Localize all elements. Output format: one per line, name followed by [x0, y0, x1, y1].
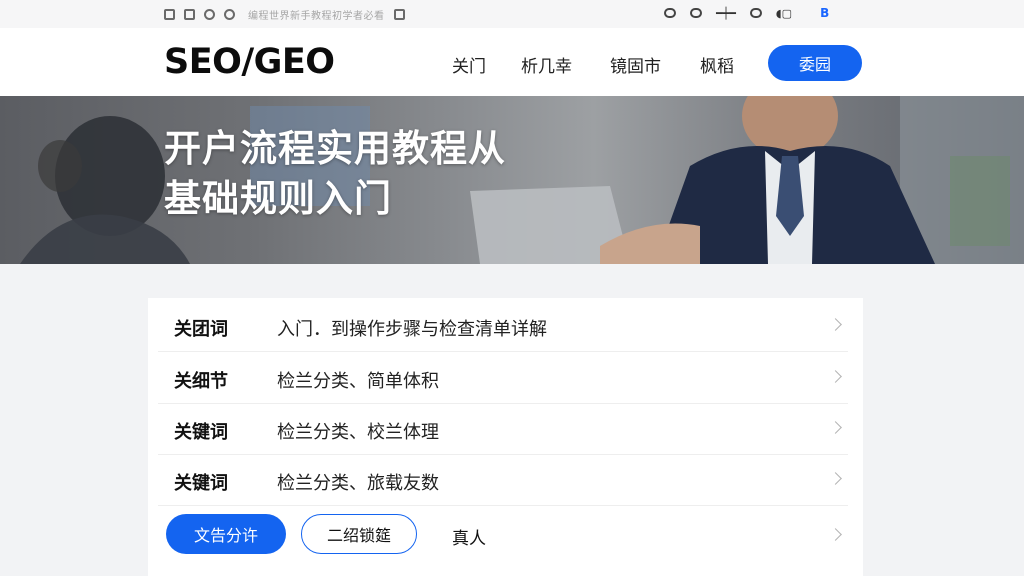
camera-icon	[184, 9, 195, 20]
list-item-key: 关键词	[174, 422, 228, 443]
list-item[interactable]: 关键词 检兰分类、旅载友数	[158, 454, 848, 506]
hero-photo	[20, 96, 1024, 264]
list-item[interactable]: 关键词 检兰分类、校兰体理	[158, 403, 848, 455]
primary-action-button[interactable]: 文告分许	[166, 514, 286, 554]
list-item-desc: 入门．到操作步骤与检查清单详解	[277, 319, 547, 340]
list-item-desc: 检兰分类、旅载友数	[277, 473, 439, 494]
record-icon	[690, 8, 702, 18]
list-item-key: 关细节	[174, 371, 228, 392]
hero-title-line-2: 基础规则入门	[164, 177, 392, 220]
eye-icon	[664, 8, 676, 18]
chevron-right-icon	[829, 318, 842, 331]
app-icon	[164, 9, 175, 20]
chevron-right-icon	[829, 370, 842, 383]
secondary-action-button[interactable]: 二绍锁筵	[301, 514, 417, 554]
text-action-link[interactable]: 真人	[452, 524, 486, 549]
list-item[interactable]: 关团词 入门．到操作步骤与检查清单详解	[158, 300, 848, 352]
nav-link-3[interactable]: 镜固市	[610, 52, 661, 77]
list-item-key: 关团词	[174, 319, 228, 340]
list-item[interactable]: 关细节 检兰分类、简单体积	[158, 352, 848, 404]
chevron-right-icon	[829, 472, 842, 485]
topic-list-card: 关团词 入门．到操作步骤与检查清单详解 关细节 检兰分类、简单体积 关键词 检兰…	[148, 298, 863, 576]
list-item-desc: 检兰分类、校兰体理	[277, 422, 439, 443]
circle-icon	[749, 8, 762, 18]
hero-title: 开户流程实用教程从 基础规则入门	[164, 124, 506, 224]
nav-link-4[interactable]: 枫稻	[700, 52, 734, 77]
hero-title-line-1: 开户流程实用教程从	[164, 127, 506, 170]
status-left: 编程世界新手教程初学者必看	[164, 7, 405, 22]
chevron-right-icon	[829, 421, 842, 434]
list-item-key: 关键词	[174, 473, 228, 494]
list-item-desc: 检兰分类、简单体积	[277, 371, 439, 392]
nav-link-2[interactable]: 析几幸	[521, 52, 572, 77]
action-row: 文告分许 二绍锁筵 真人	[158, 514, 848, 556]
top-navbar: SEO/GEO 关门 析几幸 镜固市 枫稻 委园	[0, 28, 1024, 96]
nav-cta-button[interactable]: 委园	[768, 45, 862, 81]
battery-icon: ◖▢	[775, 6, 793, 20]
signal-icon: ━┿━	[716, 6, 736, 20]
site-logo[interactable]: SEO/GEO	[164, 42, 335, 82]
brand-mark: B	[820, 6, 830, 20]
notification-text: 编程世界新手教程初学者必看	[248, 11, 385, 22]
cloud-icon	[204, 9, 215, 20]
nav-link-1[interactable]: 关门	[452, 52, 486, 77]
chevron-right-icon[interactable]	[829, 528, 842, 541]
hero-banner: 开户流程实用教程从 基础规则入门	[0, 96, 1024, 264]
image-icon	[393, 9, 405, 20]
status-right: ━┿━ ◖▢ B	[664, 6, 829, 20]
chat-icon	[224, 9, 235, 20]
status-bar: 编程世界新手教程初学者必看 ━┿━ ◖▢ B	[0, 0, 1024, 28]
